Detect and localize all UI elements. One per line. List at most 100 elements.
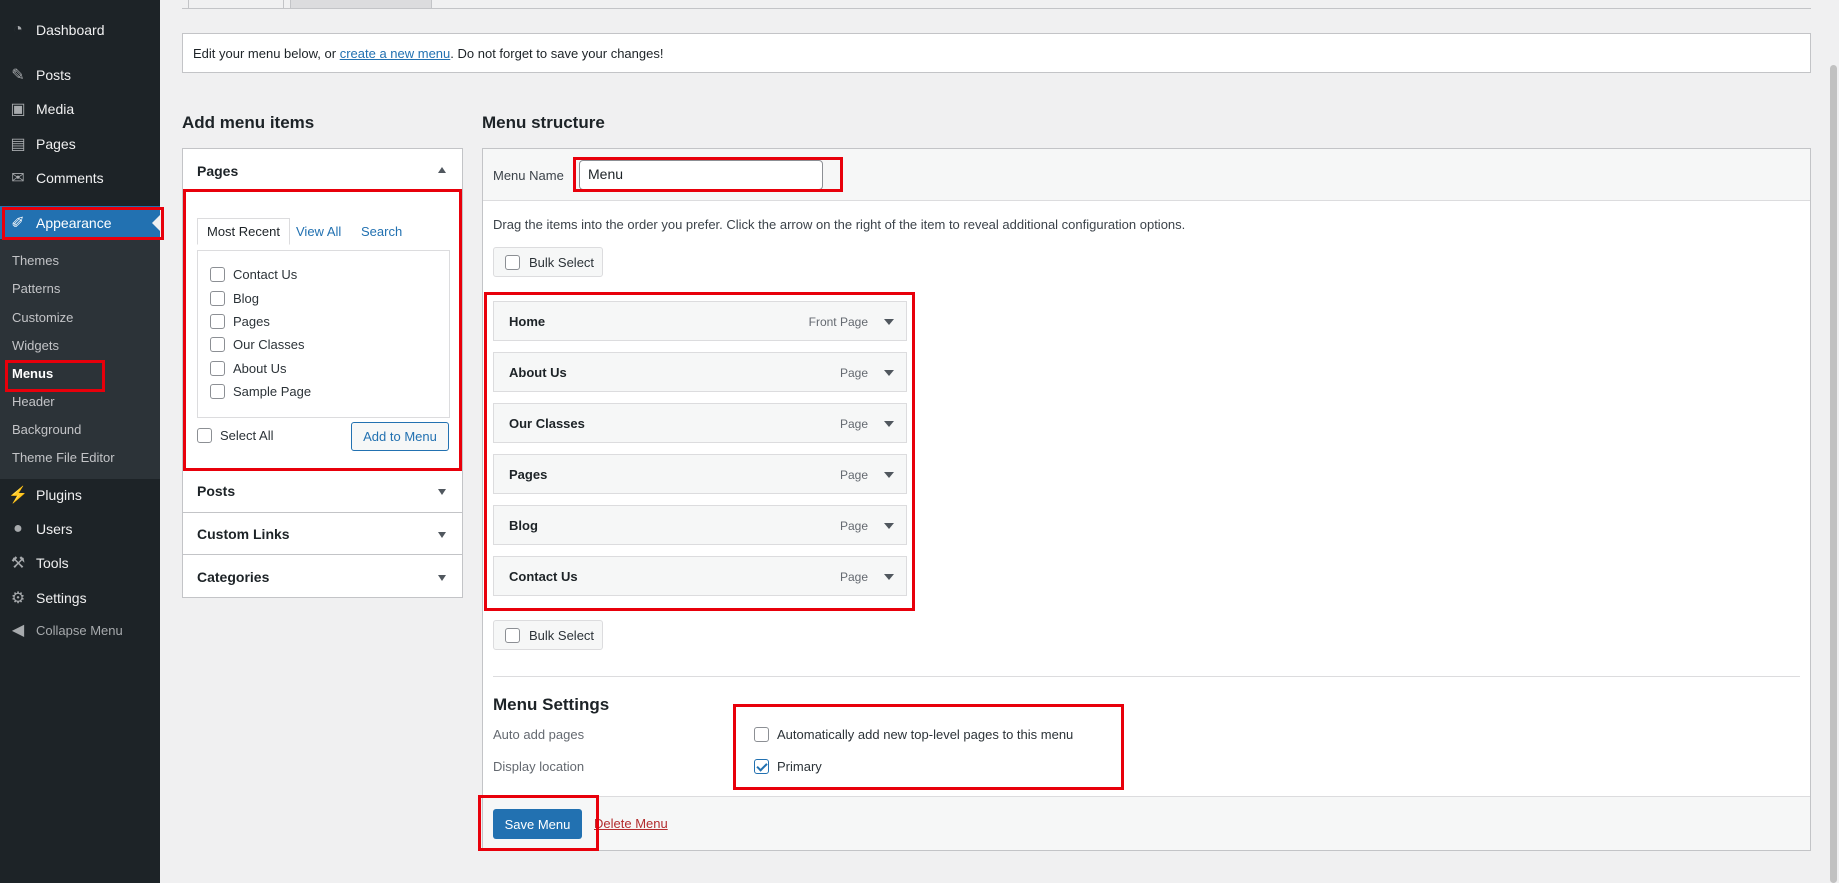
auto-add-pages-checkbox[interactable]: Automatically add new top-level pages to… (754, 727, 1073, 742)
drag-instructions: Drag the items into the order you prefer… (493, 217, 1186, 232)
menu-item-title: Home (509, 314, 546, 329)
page-scrollbar[interactable] (1828, 0, 1839, 883)
settings-icon: ⚙ (10, 590, 26, 607)
submenu-item-customize[interactable]: Customize (12, 310, 73, 325)
menu-item-home[interactable]: Home Front Page (493, 301, 907, 341)
page-option-pages[interactable]: Pages (210, 314, 270, 329)
submenu-item-patterns[interactable]: Patterns (12, 281, 60, 296)
sidebar-item-label: Comments (36, 170, 104, 186)
save-menu-button[interactable]: Save Menu (493, 809, 582, 839)
submenu-item-theme-file-editor[interactable]: Theme File Editor (12, 450, 115, 465)
menu-item-our-classes[interactable]: Our Classes Page (493, 403, 907, 443)
pages-panel-title[interactable]: Pages (197, 163, 238, 179)
menu-item-title: Our Classes (509, 416, 585, 431)
sidebar-item-media[interactable]: ▣ Media (0, 92, 160, 126)
bulk-select-bottom[interactable]: Bulk Select (493, 620, 603, 650)
menu-item-title: Pages (509, 467, 548, 482)
bulk-select-top[interactable]: Bulk Select (493, 247, 603, 277)
tools-icon: ⚒ (10, 555, 26, 572)
expand-arrow-icon[interactable] (438, 575, 446, 581)
dashboard-icon: ◔ (13, 21, 23, 38)
expand-arrow-icon[interactable] (438, 532, 446, 538)
sidebar-item-label: Appearance (36, 215, 112, 231)
sidebar-item-pages[interactable]: ▤ Pages (0, 127, 160, 161)
submenu-item-themes[interactable]: Themes (12, 253, 59, 268)
tab-search[interactable]: Search (361, 224, 402, 239)
submenu-item-header[interactable]: Header (12, 394, 55, 409)
sidebar-item-label: Plugins (36, 487, 82, 503)
checkbox[interactable] (210, 384, 225, 399)
collapse-icon: ◀ (11, 622, 25, 639)
expand-arrow-icon[interactable] (884, 574, 894, 580)
collapse-menu-button[interactable]: ◀ Collapse Menu (0, 613, 160, 647)
submenu-item-widgets[interactable]: Widgets (12, 338, 59, 353)
submenu-item-background[interactable]: Background (12, 422, 81, 437)
expand-arrow-icon[interactable] (438, 489, 446, 495)
sidebar-item-plugins[interactable]: ⚡ Plugins (0, 478, 160, 512)
sidebar-item-settings[interactable]: ⚙ Settings (0, 581, 160, 615)
checkbox[interactable] (505, 254, 520, 270)
menu-item-pages[interactable]: Pages Page (493, 454, 907, 494)
sidebar-item-dashboard[interactable]: ◔ Dashboard (0, 13, 160, 47)
expand-arrow-icon[interactable] (884, 472, 894, 478)
scrollbar-thumb[interactable] (1830, 65, 1837, 883)
checkbox[interactable] (210, 267, 225, 282)
edit-menu-notice: Edit your menu below, or create a new me… (182, 33, 1811, 73)
page-option-about-us[interactable]: About Us (210, 361, 286, 376)
sidebar-item-comments[interactable]: ✉ Comments (0, 161, 160, 195)
menu-management-panel: Menu Name Menu Drag the items into the o… (482, 148, 1811, 851)
sidebar-item-tools[interactable]: ⚒ Tools (0, 546, 160, 580)
menu-item-about-us[interactable]: About Us Page (493, 352, 907, 392)
page-option-label: Pages (233, 314, 270, 329)
page-option-sample-page[interactable]: Sample Page (210, 384, 311, 399)
tab-edit-menus[interactable] (188, 0, 284, 9)
checkbox[interactable] (210, 314, 225, 329)
menu-item-type: Page (839, 366, 868, 380)
menu-structure-heading: Menu structure (482, 113, 605, 132)
collapse-arrow-icon[interactable] (438, 167, 446, 173)
pages-icon: ▤ (10, 136, 26, 153)
checkbox[interactable] (210, 291, 225, 306)
pages-panel: Pages Most Recent View All Search Contac… (182, 148, 463, 469)
checkbox[interactable] (210, 337, 225, 352)
select-all-checkbox[interactable]: Select All (197, 428, 273, 443)
page-option-contact-us[interactable]: Contact Us (210, 267, 297, 282)
sidebar-item-appearance[interactable]: ✐ Appearance (0, 206, 160, 240)
menu-item-type: Front Page (808, 315, 868, 329)
create-new-menu-link[interactable]: create a new menu (340, 46, 451, 61)
page-option-blog[interactable]: Blog (210, 291, 259, 306)
expand-arrow-icon[interactable] (884, 421, 894, 427)
categories-panel[interactable]: Categories (182, 554, 463, 598)
page-option-label: Sample Page (233, 384, 312, 399)
checkbox[interactable] (210, 361, 225, 376)
checkbox[interactable] (505, 627, 520, 643)
add-to-menu-button[interactable]: Add to Menu (351, 422, 449, 451)
menu-item-title: About Us (509, 365, 567, 380)
page-option-label: Our Classes (233, 337, 305, 352)
checkbox-checked[interactable] (754, 759, 769, 774)
bulk-select-label: Bulk Select (529, 254, 595, 270)
menu-item-blog[interactable]: Blog Page (493, 505, 907, 545)
menu-name-bar: Menu Name Menu (483, 149, 1810, 201)
page-option-our-classes[interactable]: Our Classes (210, 337, 305, 352)
location-primary-checkbox[interactable]: Primary (754, 759, 822, 774)
expand-arrow-icon[interactable] (884, 523, 894, 529)
notice-text-after: . Do not forget to save your changes! (450, 46, 664, 61)
expand-arrow-icon[interactable] (884, 319, 894, 325)
posts-panel[interactable]: Posts (182, 469, 463, 513)
sidebar-item-label: Media (36, 101, 75, 117)
tab-most-recent[interactable]: Most Recent (197, 218, 290, 245)
checkbox[interactable] (197, 428, 212, 443)
checkbox[interactable] (754, 727, 769, 742)
expand-arrow-icon[interactable] (884, 370, 894, 376)
tab-manage-locations[interactable] (290, 0, 432, 9)
menu-name-label: Menu Name (493, 168, 564, 183)
submenu-item-menus[interactable]: Menus (12, 366, 53, 381)
custom-links-panel[interactable]: Custom Links (182, 512, 463, 555)
tab-view-all[interactable]: View All (296, 224, 341, 239)
sidebar-item-users[interactable]: ● Users (0, 512, 160, 546)
menu-name-input[interactable]: Menu (579, 160, 823, 190)
menu-item-contact-us[interactable]: Contact Us Page (493, 556, 907, 596)
sidebar-item-posts[interactable]: ✎ Posts (0, 58, 160, 92)
delete-menu-link[interactable]: Delete Menu (594, 816, 668, 831)
